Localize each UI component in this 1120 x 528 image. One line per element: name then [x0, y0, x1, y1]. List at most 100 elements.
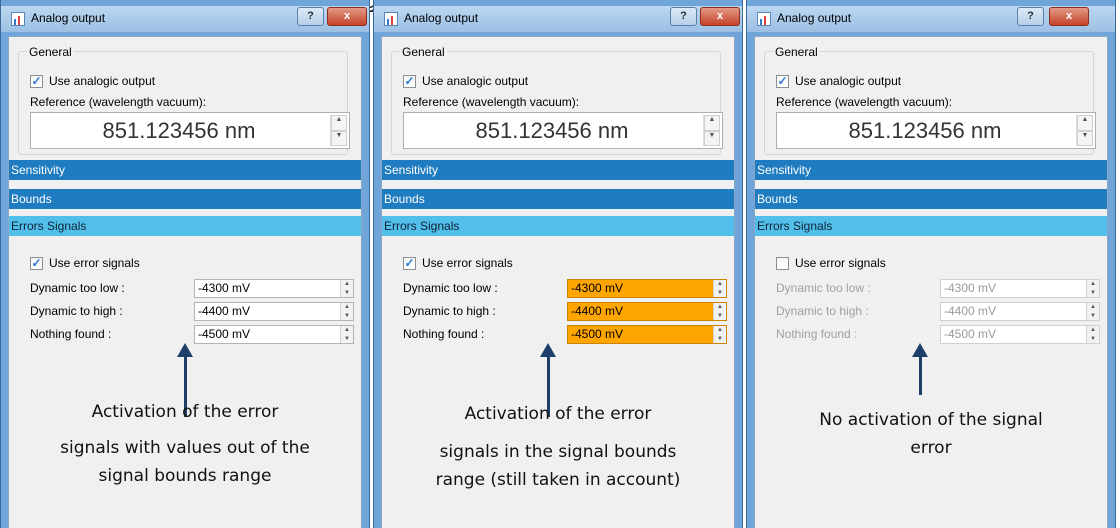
field-value: -4300 mV — [944, 281, 997, 295]
field-spin-buttons[interactable]: ▲ ▼ — [340, 280, 353, 297]
help-button[interactable]: ? — [297, 7, 324, 26]
field-label: Nothing found : — [776, 327, 858, 341]
field-label: Nothing found : — [403, 327, 485, 341]
field-spin-buttons[interactable]: ▲ ▼ — [1086, 303, 1099, 320]
field-spin-buttons[interactable]: ▲ ▼ — [1086, 280, 1099, 297]
annotation-text: signals in the signal bounds — [439, 442, 677, 462]
reference-label: Reference (wavelength vacuum): — [30, 95, 207, 109]
field-value: -4400 mV — [944, 304, 997, 318]
field-label: Dynamic to high : — [403, 304, 496, 318]
app-icon — [384, 12, 398, 26]
reference-value: 851.123456 nm — [475, 118, 629, 143]
spin-up-icon[interactable]: ▲ — [704, 115, 720, 131]
spin-down-icon[interactable]: ▼ — [1077, 130, 1093, 146]
annotation-text: Activation of the error — [91, 402, 279, 422]
help-button[interactable]: ? — [670, 7, 697, 26]
help-button[interactable]: ? — [1017, 7, 1044, 26]
section-sensitivity[interactable]: Sensitivity — [755, 160, 1107, 180]
section-bounds[interactable]: Bounds — [382, 189, 734, 209]
close-button[interactable]: x — [700, 7, 740, 26]
window-title: Analog output — [31, 11, 106, 25]
spin-down-icon[interactable]: ▼ — [704, 130, 720, 146]
general-legend: General — [27, 45, 74, 59]
field-value: -4500 mV — [571, 327, 624, 341]
reference-label: Reference (wavelength vacuum): — [403, 95, 580, 109]
use-analog-label: Use analogic output — [49, 74, 156, 88]
use-analog-label: Use analogic output — [422, 74, 529, 88]
reference-spin-buttons: ▲ ▼ — [1076, 115, 1093, 146]
annotation-text: Activation of the error — [464, 404, 652, 424]
annotation-text: signals with values out of the — [60, 438, 310, 458]
use-analog-checkbox[interactable]: ✓ — [776, 75, 789, 88]
dynamic-too-low-field[interactable]: -4300 mV ▲ ▼ — [940, 279, 1100, 298]
field-label: Dynamic too low : — [30, 281, 125, 295]
analog-output-window: Analog output ? x General ✓ Use analogic o… — [746, 0, 1116, 528]
field-spin-buttons[interactable]: ▲ ▼ — [713, 303, 726, 320]
section-errors-signals[interactable]: Errors Signals — [755, 216, 1107, 236]
field-label: Dynamic too low : — [403, 281, 498, 295]
use-error-checkbox[interactable]: ✓ — [30, 257, 43, 270]
field-value: -4500 mV — [198, 327, 251, 341]
general-legend: General — [773, 45, 820, 59]
field-value: -4400 mV — [571, 304, 624, 318]
field-value: -4400 mV — [198, 304, 251, 318]
section-sensitivity[interactable]: Sensitivity — [382, 160, 734, 180]
arrow-shaft — [919, 355, 922, 395]
close-button[interactable]: x — [1049, 7, 1089, 26]
spin-up-icon[interactable]: ▲ — [1077, 115, 1093, 131]
field-spin-buttons[interactable]: ▲ ▼ — [340, 303, 353, 320]
reference-spinbox[interactable]: 851.123456 nm ▲ ▼ — [30, 112, 350, 149]
section-bounds[interactable]: Bounds — [9, 189, 361, 209]
analog-output-window: Analog output ? x General ✓ Use analogic o… — [0, 0, 370, 528]
section-errors-signals[interactable]: Errors Signals — [9, 216, 361, 236]
section-sensitivity[interactable]: Sensitivity — [9, 160, 361, 180]
reference-spin-buttons: ▲ ▼ — [330, 115, 347, 146]
app-icon — [11, 12, 25, 26]
annotation-text: range (still taken in account) — [435, 470, 681, 490]
field-spin-buttons[interactable]: ▲ ▼ — [340, 326, 353, 343]
dynamic-too-high-field[interactable]: -4400 mV ▲ ▼ — [567, 302, 727, 321]
reference-label: Reference (wavelength vacuum): — [776, 95, 953, 109]
use-error-label: Use error signals — [49, 256, 140, 270]
reference-spin-buttons: ▲ ▼ — [703, 115, 720, 146]
annotation-text: No activation of the signal — [819, 410, 1043, 430]
field-spin-buttons[interactable]: ▲ ▼ — [1086, 326, 1099, 343]
use-error-label: Use error signals — [795, 256, 886, 270]
nothing-found-field[interactable]: -4500 mV ▲ ▼ — [567, 325, 727, 344]
general-legend: General — [400, 45, 447, 59]
field-value: -4300 mV — [198, 281, 251, 295]
nothing-found-field[interactable]: -4500 mV ▲ ▼ — [194, 325, 354, 344]
annotation-text: error — [910, 438, 952, 458]
section-bounds[interactable]: Bounds — [755, 189, 1107, 209]
dynamic-too-low-field[interactable]: -4300 mV ▲ ▼ — [194, 279, 354, 298]
field-value: -4500 mV — [944, 327, 997, 341]
field-label: Dynamic to high : — [30, 304, 123, 318]
title-bar[interactable]: Analog output ? x — [1, 6, 369, 32]
spin-down-icon[interactable]: ▼ — [331, 130, 347, 146]
reference-spinbox[interactable]: 851.123456 nm ▲ ▼ — [403, 112, 723, 149]
dynamic-too-low-field[interactable]: -4300 mV ▲ ▼ — [567, 279, 727, 298]
field-label: Nothing found : — [30, 327, 112, 341]
field-label: Dynamic too low : — [776, 281, 871, 295]
dynamic-too-high-field[interactable]: -4400 mV ▲ ▼ — [194, 302, 354, 321]
field-spin-buttons[interactable]: ▲ ▼ — [713, 280, 726, 297]
dynamic-too-high-field[interactable]: -4400 mV ▲ ▼ — [940, 302, 1100, 321]
window-title: Analog output — [777, 11, 852, 25]
spin-up-icon[interactable]: ▲ — [331, 115, 347, 131]
field-spin-buttons[interactable]: ▲ ▼ — [713, 326, 726, 343]
use-analog-checkbox[interactable]: ✓ — [403, 75, 416, 88]
reference-value: 851.123456 nm — [102, 118, 256, 143]
section-errors-signals[interactable]: Errors Signals — [382, 216, 734, 236]
title-bar[interactable]: Analog output ? x — [374, 6, 742, 32]
field-value: -4300 mV — [571, 281, 624, 295]
app-icon — [757, 12, 771, 26]
use-error-checkbox[interactable] — [776, 257, 789, 270]
use-error-label: Use error signals — [422, 256, 513, 270]
use-analog-checkbox[interactable]: ✓ — [30, 75, 43, 88]
close-button[interactable]: x — [327, 7, 367, 26]
reference-spinbox[interactable]: 851.123456 nm ▲ ▼ — [776, 112, 1096, 149]
use-error-checkbox[interactable]: ✓ — [403, 257, 416, 270]
nothing-found-field[interactable]: -4500 mV ▲ ▼ — [940, 325, 1100, 344]
window-title: Analog output — [404, 11, 479, 25]
title-bar[interactable]: Analog output ? x — [747, 6, 1115, 32]
